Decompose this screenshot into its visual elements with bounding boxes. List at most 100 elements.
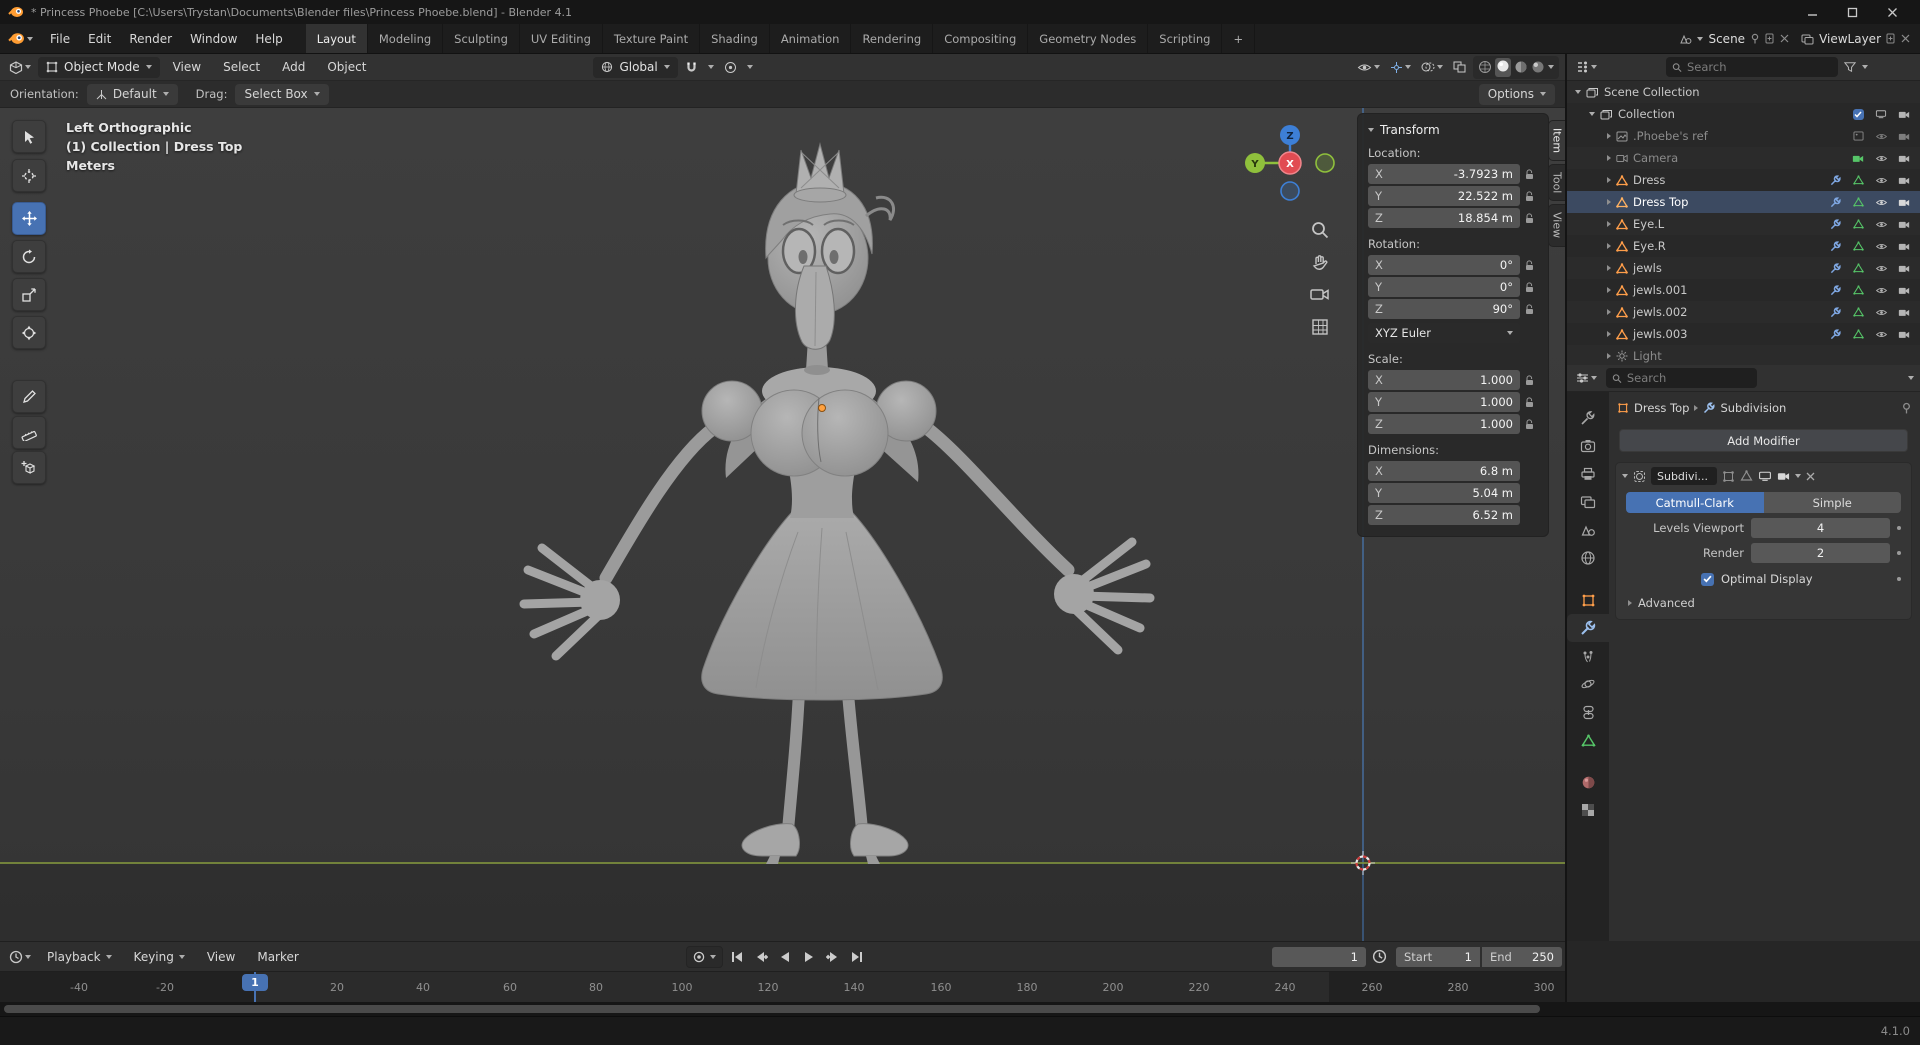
location-x-field[interactable]: X-3.7923 m [1368,164,1520,184]
pin-icon[interactable] [1901,402,1912,414]
workspace-tab-geometry-nodes[interactable]: Geometry Nodes [1028,24,1148,53]
menu-add[interactable]: Add [273,54,314,80]
hide-viewport-icon[interactable] [1875,242,1888,251]
chevron-down-icon[interactable] [1548,65,1554,69]
menu-help[interactable]: Help [246,24,291,53]
tab-view-layer[interactable] [1567,488,1609,516]
scale-y-field[interactable]: Y1.000 [1368,392,1520,412]
properties-search-input[interactable] [1627,371,1751,385]
tool-rotate[interactable] [12,240,46,273]
collection-checkbox[interactable] [1853,109,1864,120]
new-scene-icon[interactable] [1765,33,1775,44]
camera-view-button[interactable] [1310,286,1330,305]
close-icon[interactable] [1806,472,1815,481]
blender-menu-button[interactable] [0,28,41,49]
disable-render-icon[interactable] [1898,264,1910,273]
remove-view-layer-icon[interactable] [1901,34,1910,43]
outliner-search[interactable] [1666,57,1838,77]
transform-orientation-dropdown[interactable]: Global [593,57,677,78]
workspace-tab-modeling[interactable]: Modeling [368,24,443,53]
properties-editor-type-button[interactable] [1573,368,1600,389]
jump-next-keyframe-button[interactable] [822,947,843,968]
disable-render-icon[interactable] [1898,308,1910,317]
outliner-row-dress-top[interactable]: Dress Top [1567,191,1920,213]
expand-icon[interactable] [1607,331,1611,337]
workspace-tab-rendering[interactable]: Rendering [851,24,933,53]
proportional-falloff-dropdown[interactable] [744,57,756,78]
expand-icon[interactable] [1607,199,1611,205]
rotation-mode-dropdown[interactable]: XYZ Euler [1368,323,1520,343]
outliner-row-eye-r[interactable]: Eye.R [1567,235,1920,257]
workspace-tab-animation[interactable]: Animation [770,24,852,53]
shading-wireframe-icon[interactable] [1478,60,1492,74]
shading-solid-icon[interactable] [1496,59,1510,73]
outliner-search-input[interactable] [1687,60,1832,74]
tab-physics[interactable] [1567,670,1609,698]
unlink-scene-icon[interactable] [1780,34,1789,43]
outliner-row-camera[interactable]: Camera [1567,147,1920,169]
disable-render-icon[interactable] [1898,154,1910,163]
scale-z-field[interactable]: Z1.000 [1368,414,1520,434]
workspace-tab-scripting[interactable]: Scripting [1148,24,1222,53]
lock-icon[interactable] [1525,304,1534,315]
editor-split-handle[interactable] [1565,54,1567,1002]
lock-icon[interactable] [1525,419,1534,430]
lock-icon[interactable] [1525,375,1534,386]
drag-dropdown[interactable]: Select Box [235,84,328,105]
hide-viewport-icon[interactable] [1875,264,1888,273]
tool-select-box[interactable] [12,120,46,153]
animate-dot[interactable] [1897,526,1901,530]
render-levels-field[interactable]: 2 [1751,543,1890,563]
jump-to-start-button[interactable] [726,947,747,968]
hide-viewport-icon[interactable] [1875,154,1888,163]
outliner-row-jewls-001[interactable]: jewls.001 [1567,279,1920,301]
workspace-tab-sculpting[interactable]: Sculpting [443,24,520,53]
pin-icon[interactable] [1750,33,1760,44]
timeline-editor-type-button[interactable] [6,946,34,967]
workspace-tab-shading[interactable]: Shading [700,24,770,53]
rotation-x-field[interactable]: X0° [1368,255,1520,275]
breadcrumb-modifier[interactable]: Subdivision [1720,401,1786,415]
location-z-field[interactable]: Z18.854 m [1368,208,1520,228]
current-frame-field[interactable]: 1 [1272,947,1366,967]
orientation-dropdown[interactable]: Default [87,84,178,105]
disable-render-icon[interactable] [1898,286,1910,295]
viewport-visibility-icon[interactable] [1875,109,1887,119]
workspace-tab-layout[interactable]: Layout [306,24,368,53]
outliner-row-eye-l[interactable]: Eye.L [1567,213,1920,235]
jump-prev-keyframe-button[interactable] [750,947,771,968]
tab-modifiers[interactable] [1567,614,1609,642]
collapse-icon[interactable] [1622,474,1628,478]
horizontal-scrollbar[interactable] [4,1005,1540,1013]
tool-add-cube[interactable] [12,451,46,484]
tool-cursor[interactable] [12,159,46,192]
proportional-editing-toggle[interactable] [721,57,740,78]
tab-material[interactable] [1567,768,1609,796]
expand-icon[interactable] [1607,221,1611,227]
overlays-toggle[interactable] [1418,57,1446,78]
playhead-badge[interactable]: 1 [242,974,268,991]
auto-key-record-icon[interactable] [693,951,705,963]
pan-hand-button[interactable] [1310,253,1330,276]
advanced-subpanel-toggle[interactable]: Advanced [1628,596,1911,610]
outliner-row-jewls-003[interactable]: jewls.003 [1567,323,1920,345]
lock-icon[interactable] [1525,213,1534,224]
disable-render-icon[interactable] [1898,132,1910,141]
tab-object-data[interactable] [1567,726,1609,754]
modifier-extras-dropdown[interactable] [1795,474,1801,478]
menu-file[interactable]: File [41,24,79,53]
disable-render-icon[interactable] [1898,330,1910,339]
collapse-icon[interactable] [1368,128,1374,132]
close-button[interactable] [1872,0,1912,24]
model-princess-phoebe[interactable] [0,108,1565,941]
dimensions-z-field[interactable]: Z6.52 m [1368,505,1520,525]
dimensions-y-field[interactable]: Y5.04 m [1368,483,1520,503]
tab-texture[interactable] [1567,796,1609,824]
tool-scale[interactable] [12,278,46,311]
catmull-clark-button[interactable]: Catmull-Clark [1626,492,1764,513]
menu-select[interactable]: Select [214,54,269,80]
expand-icon[interactable] [1607,177,1611,183]
render-visibility-icon[interactable] [1898,110,1910,119]
menu-window[interactable]: Window [181,24,246,53]
tab-object[interactable] [1567,586,1609,614]
